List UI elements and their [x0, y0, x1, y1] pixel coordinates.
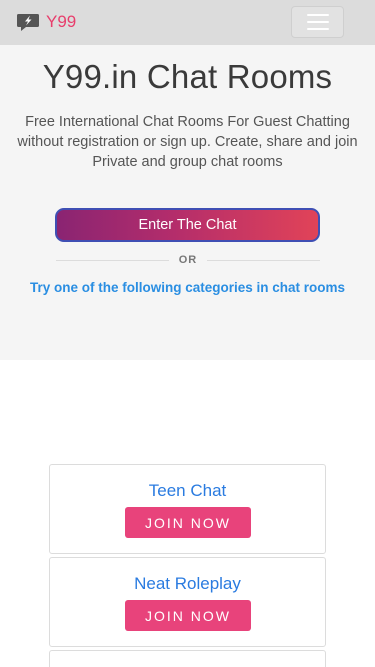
categories-prompt: Try one of the following categories in c…: [29, 280, 346, 295]
room-card-neat-roleplay: Neat Roleplay JOIN NOW: [49, 557, 326, 647]
page-subtitle: Free International Chat Rooms For Guest …: [17, 114, 358, 170]
hero-section: Y99.in Chat Rooms Free International Cha…: [0, 45, 375, 360]
enter-chat-button[interactable]: Enter The Chat: [55, 208, 320, 242]
navbar: Y99: [0, 0, 375, 45]
divider-line: [207, 259, 320, 261]
menu-bar: [306, 28, 329, 30]
room-card-partial: [49, 650, 326, 667]
join-now-button[interactable]: JOIN NOW: [125, 600, 251, 631]
divider-line: [56, 259, 169, 261]
hamburger-menu-icon[interactable]: [291, 6, 344, 38]
room-title[interactable]: Neat Roleplay: [50, 574, 325, 594]
menu-bar: [306, 14, 329, 16]
room-title[interactable]: Teen Chat: [50, 481, 325, 501]
or-label: OR: [178, 254, 198, 266]
page-title: Y99.in Chat Rooms: [42, 58, 333, 95]
or-divider: OR: [56, 251, 320, 269]
menu-bar: [306, 21, 329, 23]
lightning-chat-icon: [17, 13, 42, 31]
room-card-teen-chat: Teen Chat JOIN NOW: [49, 464, 326, 554]
join-now-button[interactable]: JOIN NOW: [125, 507, 251, 538]
brand-name: Y99: [46, 12, 77, 31]
brand-link[interactable]: Y99: [17, 11, 76, 33]
